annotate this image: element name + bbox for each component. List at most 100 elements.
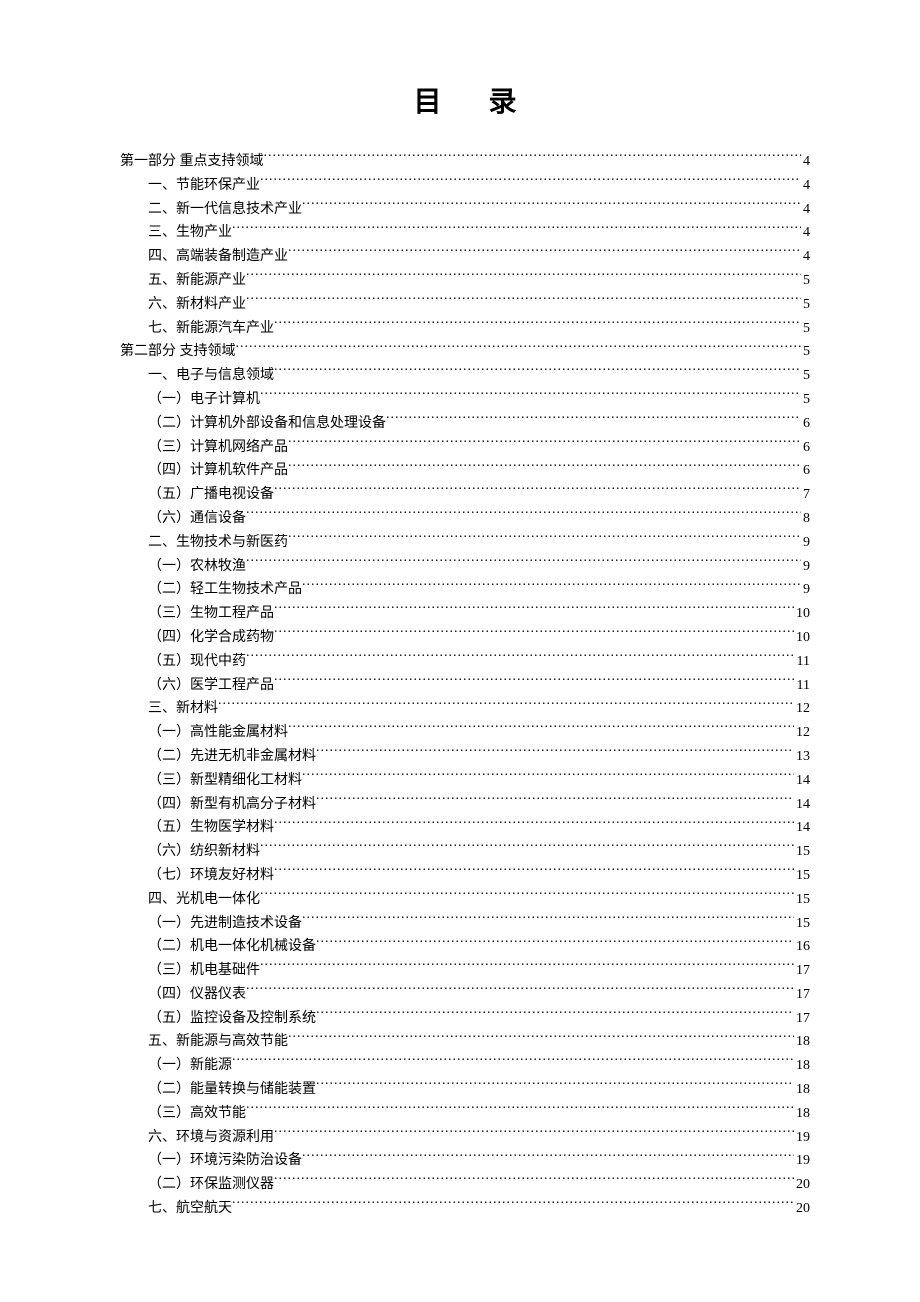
toc-entry[interactable]: 一、电子与信息领域5 bbox=[120, 364, 810, 388]
toc-entry[interactable]: （二）计算机外部设备和信息处理设备6 bbox=[120, 412, 810, 436]
toc-entry[interactable]: （三）生物工程产品10 bbox=[120, 602, 810, 626]
toc-entry[interactable]: 二、新一代信息技术产业4 bbox=[120, 198, 810, 222]
toc-entry[interactable]: （五）生物医学材料14 bbox=[120, 816, 810, 840]
toc-entry[interactable]: （一）新能源18 bbox=[120, 1054, 810, 1078]
toc-entry-label: （五）广播电视设备 bbox=[148, 483, 274, 507]
toc-entry[interactable]: （六）通信设备8 bbox=[120, 507, 810, 531]
toc-entry-label: （六）纺织新材料 bbox=[148, 840, 260, 864]
toc-leader-dots bbox=[274, 318, 801, 332]
toc-entry-page: 4 bbox=[801, 198, 810, 222]
toc-leader-dots bbox=[274, 627, 794, 641]
toc-entry-label: 一、节能环保产业 bbox=[148, 174, 260, 198]
toc-entry-page: 10 bbox=[794, 602, 810, 626]
toc-entry[interactable]: （三）计算机网络产品6 bbox=[120, 436, 810, 460]
page-title: 目 录 bbox=[120, 80, 810, 120]
toc-entry-page: 9 bbox=[801, 531, 810, 555]
toc-entry[interactable]: （一）高性能金属材料12 bbox=[120, 721, 810, 745]
toc-entry[interactable]: 三、生物产业4 bbox=[120, 221, 810, 245]
toc-entry-label: （五）现代中药 bbox=[148, 650, 246, 674]
toc-entry[interactable]: 七、航空航天20 bbox=[120, 1197, 810, 1221]
toc-entry-label: （一）先进制造技术设备 bbox=[148, 912, 302, 936]
toc-leader-dots bbox=[316, 1079, 794, 1093]
toc-entry[interactable]: （三）高效节能18 bbox=[120, 1102, 810, 1126]
toc-entry[interactable]: （一）电子计算机5 bbox=[120, 388, 810, 412]
toc-entry[interactable]: 四、高端装备制造产业4 bbox=[120, 245, 810, 269]
toc-leader-dots bbox=[246, 984, 794, 998]
toc-entry[interactable]: 五、新能源与高效节能18 bbox=[120, 1030, 810, 1054]
toc-leader-dots bbox=[274, 865, 794, 879]
toc-leader-dots bbox=[288, 246, 801, 260]
toc-leader-dots bbox=[260, 960, 794, 974]
toc-leader-dots bbox=[246, 651, 795, 665]
toc-leader-dots bbox=[232, 1198, 794, 1212]
toc-leader-dots bbox=[386, 413, 801, 427]
toc-entry-page: 20 bbox=[794, 1173, 810, 1197]
toc-entry[interactable]: 一、节能环保产业 4 bbox=[120, 174, 810, 198]
toc-entry-label: （四）计算机软件产品 bbox=[148, 459, 288, 483]
toc-entry-label: 第一部分 重点支持领域 bbox=[120, 150, 264, 174]
toc-entry[interactable]: 二、生物技术与新医药9 bbox=[120, 531, 810, 555]
toc-entry-page: 11 bbox=[795, 674, 810, 698]
toc-leader-dots bbox=[288, 460, 801, 474]
toc-entry-page: 6 bbox=[801, 412, 810, 436]
toc-entry-page: 17 bbox=[794, 1007, 810, 1031]
toc-entry[interactable]: （四）新型有机高分子材料14 bbox=[120, 793, 810, 817]
toc-leader-dots bbox=[232, 222, 801, 236]
toc-entry[interactable]: 六、新材料产业5 bbox=[120, 293, 810, 317]
toc-entry[interactable]: （三）机电基础件 17 bbox=[120, 959, 810, 983]
toc-entry-label: （一）高性能金属材料 bbox=[148, 721, 288, 745]
toc-entry[interactable]: （一）环境污染防治设备19 bbox=[120, 1149, 810, 1173]
toc-entry-page: 19 bbox=[794, 1149, 810, 1173]
toc-entry[interactable]: （一）农林牧渔9 bbox=[120, 555, 810, 579]
toc-leader-dots bbox=[316, 794, 794, 808]
toc-entry-label: （三）机电基础件 bbox=[148, 959, 260, 983]
toc-entry[interactable]: （五）现代中药11 bbox=[120, 650, 810, 674]
toc-entry[interactable]: （二）先进无机非金属材料13 bbox=[120, 745, 810, 769]
toc-entry-label: （四）化学合成药物 bbox=[148, 626, 274, 650]
toc-entry-page: 13 bbox=[794, 745, 810, 769]
toc-leader-dots bbox=[302, 1150, 794, 1164]
toc-entry[interactable]: （二）能量转换与储能装置18 bbox=[120, 1078, 810, 1102]
toc-entry-label: （五）生物医学材料 bbox=[148, 816, 274, 840]
toc-entry-label: 七、新能源汽车产业 bbox=[148, 317, 274, 341]
toc-entry-page: 4 bbox=[801, 174, 810, 198]
toc-entry-label: 七、航空航天 bbox=[148, 1197, 232, 1221]
toc-entry-label: （二）机电一体化机械设备 bbox=[148, 935, 316, 959]
toc-entry[interactable]: （二）环保监测仪器 20 bbox=[120, 1173, 810, 1197]
toc-leader-dots bbox=[264, 151, 802, 165]
toc-leader-dots bbox=[274, 1127, 794, 1141]
toc-entry[interactable]: （四）化学合成药物10 bbox=[120, 626, 810, 650]
toc-entry-page: 4 bbox=[801, 245, 810, 269]
toc-leader-dots bbox=[316, 746, 794, 760]
toc-entry[interactable]: 第一部分 重点支持领域4 bbox=[120, 150, 810, 174]
toc-entry-page: 5 bbox=[801, 388, 810, 412]
toc-entry-page: 17 bbox=[794, 959, 810, 983]
toc-entry[interactable]: 四、光机电一体化15 bbox=[120, 888, 810, 912]
toc-entry[interactable]: （五）广播电视设备7 bbox=[120, 483, 810, 507]
toc-leader-dots bbox=[288, 437, 801, 451]
toc-leader-dots bbox=[302, 199, 801, 213]
toc-entry[interactable]: （四）仪器仪表17 bbox=[120, 983, 810, 1007]
toc-entry-label: 三、新材料 bbox=[148, 697, 218, 721]
toc-entry[interactable]: （六）医学工程产品11 bbox=[120, 674, 810, 698]
toc-entry[interactable]: 五、新能源产业5 bbox=[120, 269, 810, 293]
toc-entry-label: （二）环保监测仪器 bbox=[148, 1173, 274, 1197]
toc-entry[interactable]: 六、环境与资源利用19 bbox=[120, 1126, 810, 1150]
toc-entry-label: （五）监控设备及控制系统 bbox=[148, 1007, 316, 1031]
toc-leader-dots bbox=[260, 889, 794, 903]
toc-entry-page: 6 bbox=[801, 436, 810, 460]
toc-entry[interactable]: （二）机电一体化机械设备16 bbox=[120, 935, 810, 959]
toc-entry[interactable]: （一）先进制造技术设备15 bbox=[120, 912, 810, 936]
toc-entry[interactable]: 三、新材料12 bbox=[120, 697, 810, 721]
toc-entry[interactable]: （六）纺织新材料15 bbox=[120, 840, 810, 864]
toc-leader-dots bbox=[246, 556, 801, 570]
toc-entry[interactable]: （二）轻工生物技术产品9 bbox=[120, 578, 810, 602]
toc-leader-dots bbox=[232, 1055, 794, 1069]
toc-entry[interactable]: （四）计算机软件产品6 bbox=[120, 459, 810, 483]
toc-entry[interactable]: （三）新型精细化工材料14 bbox=[120, 769, 810, 793]
toc-entry[interactable]: 七、新能源汽车产业5 bbox=[120, 317, 810, 341]
toc-leader-dots bbox=[288, 1031, 794, 1045]
toc-entry[interactable]: 第二部分 支持领域5 bbox=[120, 340, 810, 364]
toc-entry[interactable]: （五）监控设备及控制系统 17 bbox=[120, 1007, 810, 1031]
toc-entry[interactable]: （七）环境友好材料15 bbox=[120, 864, 810, 888]
